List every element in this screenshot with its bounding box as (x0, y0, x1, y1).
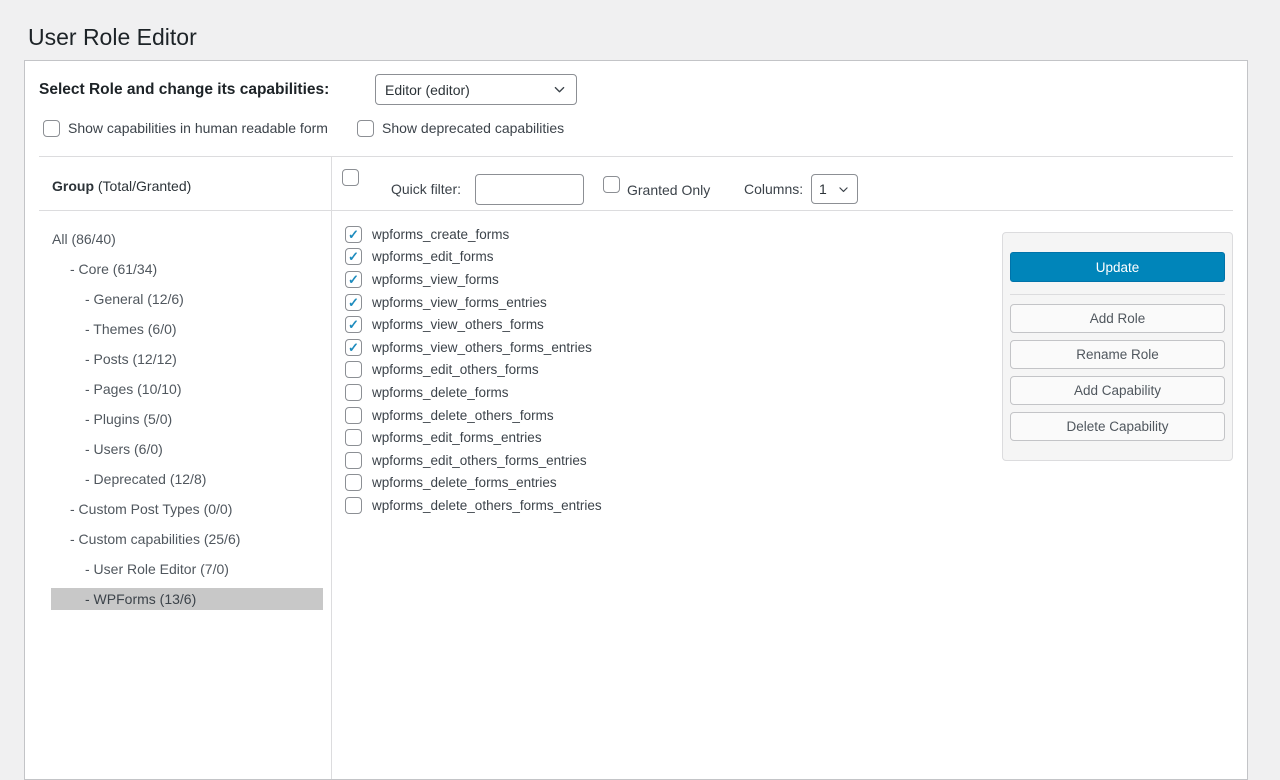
columns-select[interactable]: 1 (811, 174, 858, 204)
section-divider-middle (39, 210, 1233, 211)
capability-label: wpforms_view_others_forms_entries (372, 339, 592, 356)
rename-role-button[interactable]: Rename Role (1010, 340, 1225, 369)
add-capability-button[interactable]: Add Capability (1010, 376, 1225, 405)
capability-checkbox[interactable] (345, 452, 362, 469)
group-tree-item[interactable]: - Users (6/0) (51, 438, 323, 460)
group-tree-item[interactable]: - Pages (10/10) (51, 378, 323, 400)
granted-only-label: Granted Only (627, 182, 710, 199)
capability-row: ✓ wpforms_view_forms_entries (345, 291, 602, 314)
columns-select-value: 1 (819, 181, 827, 197)
capability-row: ✓ wpforms_view_forms (345, 268, 602, 291)
capability-label: wpforms_delete_forms_entries (372, 474, 557, 491)
columns-label: Columns: (744, 181, 803, 198)
group-tree-item[interactable]: - Custom Post Types (0/0) (51, 498, 323, 520)
capability-row: ✓ wpforms_create_forms (345, 223, 602, 246)
capability-row: wpforms_delete_forms (345, 381, 602, 404)
capability-checkbox[interactable] (345, 361, 362, 378)
capability-row: ✓ wpforms_view_others_forms (345, 313, 602, 336)
capability-label: wpforms_create_forms (372, 226, 509, 243)
capabilities-list: ✓ wpforms_create_forms ✓ wpforms_edit_fo… (345, 223, 602, 517)
quick-filter-input[interactable] (475, 174, 584, 205)
group-tree-item[interactable]: - Core (61/34) (51, 258, 323, 280)
granted-only-checkbox[interactable] (603, 176, 620, 193)
capability-checkbox[interactable] (345, 384, 362, 401)
capability-checkbox[interactable] (345, 497, 362, 514)
human-readable-label: Show capabilities in human readable form (68, 120, 328, 137)
add-role-button[interactable]: Add Role (1010, 304, 1225, 333)
capability-checkbox[interactable] (345, 407, 362, 424)
delete-capability-button[interactable]: Delete Capability (1010, 412, 1225, 441)
capability-row: wpforms_delete_others_forms (345, 404, 602, 427)
group-tree-item[interactable]: - Plugins (5/0) (51, 408, 323, 430)
capability-row: wpforms_edit_others_forms_entries (345, 449, 602, 472)
group-header-bold: Group (52, 178, 94, 194)
capability-checkbox[interactable]: ✓ (345, 248, 362, 265)
capability-label: wpforms_delete_others_forms (372, 407, 554, 424)
capability-label: wpforms_view_others_forms (372, 316, 544, 333)
group-tree-item[interactable]: - WPForms (13/6) (51, 588, 323, 610)
group-tree-item[interactable]: - Deprecated (12/8) (51, 468, 323, 490)
capability-row: wpforms_edit_forms_entries (345, 426, 602, 449)
capability-checkbox[interactable]: ✓ (345, 316, 362, 333)
capability-checkbox[interactable]: ✓ (345, 339, 362, 356)
capability-row: wpforms_delete_forms_entries (345, 472, 602, 495)
role-select-value: Editor (editor) (385, 82, 470, 98)
capability-label: wpforms_view_forms_entries (372, 294, 547, 311)
role-select[interactable]: Editor (editor) (375, 74, 577, 105)
capability-row: wpforms_edit_others_forms (345, 359, 602, 382)
capability-label: wpforms_edit_forms (372, 248, 494, 265)
capability-label: wpforms_edit_forms_entries (372, 429, 542, 446)
page-title: User Role Editor (28, 22, 197, 52)
update-button[interactable]: Update (1010, 252, 1225, 282)
deprecated-checkbox[interactable] (357, 120, 374, 137)
capability-checkbox[interactable]: ✓ (345, 294, 362, 311)
chevron-down-icon (837, 183, 850, 196)
human-readable-checkbox[interactable] (43, 120, 60, 137)
capability-label: wpforms_view_forms (372, 271, 499, 288)
actions-panel: Update Add Role Rename Role Add Capabili… (1002, 232, 1233, 461)
capability-checkbox[interactable] (345, 474, 362, 491)
capability-label: wpforms_edit_others_forms (372, 361, 539, 378)
capability-checkbox[interactable]: ✓ (345, 271, 362, 288)
capability-row: ✓ wpforms_edit_forms (345, 246, 602, 269)
capability-checkbox[interactable] (345, 429, 362, 446)
capability-row: ✓ wpforms_view_others_forms_entries (345, 336, 602, 359)
group-tree-item[interactable]: - Themes (6/0) (51, 318, 323, 340)
group-tree-item[interactable]: - General (12/6) (51, 288, 323, 310)
capability-label: wpforms_delete_forms (372, 384, 509, 401)
group-tree-item[interactable]: All (86/40) (51, 228, 323, 250)
group-tree-item[interactable]: - Posts (12/12) (51, 348, 323, 370)
group-header-suffix: (Total/Granted) (98, 178, 191, 194)
capability-checkbox[interactable]: ✓ (345, 226, 362, 243)
deprecated-label: Show deprecated capabilities (382, 120, 564, 137)
actions-divider (1010, 294, 1225, 295)
select-all-checkbox[interactable] (342, 169, 359, 186)
capability-label: wpforms_delete_others_forms_entries (372, 497, 602, 514)
main-panel: Select Role and change its capabilities:… (24, 60, 1248, 780)
role-select-label: Select Role and change its capabilities: (39, 75, 329, 105)
capability-row: wpforms_delete_others_forms_entries (345, 494, 602, 517)
section-divider-top (39, 156, 1233, 157)
chevron-down-icon (552, 82, 567, 97)
column-divider (331, 156, 332, 779)
group-header: Group (Total/Granted) (52, 178, 191, 195)
group-tree: All (86/40) - Core (61/34) - General (12/6… (51, 228, 323, 618)
group-tree-item[interactable]: - Custom capabilities (25/6) (51, 528, 323, 550)
quick-filter-label: Quick filter: (391, 181, 461, 198)
capability-label: wpforms_edit_others_forms_entries (372, 452, 587, 469)
group-tree-item[interactable]: - User Role Editor (7/0) (51, 558, 323, 580)
